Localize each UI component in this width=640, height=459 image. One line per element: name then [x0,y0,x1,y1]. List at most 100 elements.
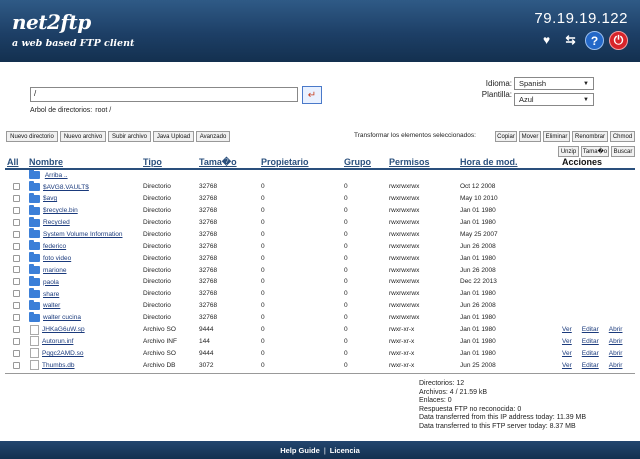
row-name-link[interactable]: Pqgc2AMD.so [42,350,84,357]
help-guide-link[interactable]: Help Guide [280,446,320,455]
row-checkbox[interactable] [13,242,20,250]
row-owner: 0 [261,242,265,250]
logout-power-icon[interactable]: ⏻ [609,31,628,50]
row-checkbox[interactable] [13,349,20,357]
license-link[interactable]: Licencia [330,446,360,455]
row-group: 0 [344,242,348,250]
row-name-link[interactable]: System Volume Information [43,231,122,238]
sort-name-link[interactable]: Nombre [27,156,141,170]
bookmark-heart-icon[interactable]: ♥ [537,31,556,50]
row-checkbox[interactable] [13,278,20,286]
row-checkbox[interactable] [13,230,20,238]
file-table: All Nombre Tipo Tama�o Propietario Grupo… [5,156,635,371]
row-name-link[interactable]: Recycled [43,219,70,226]
path-input[interactable]: / [30,87,298,102]
table-row: walter Directorio 32768 0 0 rwxrwxrwx Jun 26 2… [5,299,635,312]
row-checkbox[interactable] [13,314,20,322]
transform-label: Transformar los elementos seleccionados: [354,132,476,139]
sort-group-link[interactable]: Grupo [342,156,387,170]
row-checkbox[interactable] [13,337,20,345]
row-name-link[interactable]: walter cucina [43,314,81,321]
row-checkbox[interactable] [13,325,20,333]
row-checkbox[interactable] [13,254,20,262]
row-checkbox[interactable] [13,183,20,191]
row-checkbox[interactable] [13,218,20,226]
upload-file-button[interactable]: Subir archivo [108,131,151,142]
row-type: Archivo SO [143,326,176,334]
sort-size-link[interactable]: Tama�o [197,156,259,170]
refresh-icon[interactable]: ⇆ [561,31,580,50]
row-perms: rwxrwxrwx [389,254,420,262]
help-icon[interactable]: ? [585,31,604,50]
row-name-link[interactable]: foto video [43,255,71,262]
row-perms: rwxrwxrwx [389,266,420,274]
java-upload-button[interactable]: Java Upload [153,131,194,142]
view-link[interactable]: Ver [562,362,572,369]
go-path-button[interactable]: ↵ [302,86,322,104]
row-name-link[interactable]: $AVG8.VAULT$ [43,184,89,191]
open-link[interactable]: Abrir [609,326,623,333]
row-type: Directorio [143,219,171,226]
actions-header: Acciones [560,156,635,170]
copy-button[interactable]: Copiar [495,131,517,142]
edit-link[interactable]: Editar [582,338,599,345]
row-checkbox[interactable] [13,195,20,203]
view-link[interactable]: Ver [562,338,572,345]
row-name-link[interactable]: share [43,291,59,298]
row-group: 0 [344,314,348,322]
view-link[interactable]: Ver [562,350,572,357]
select-all-link[interactable]: All [5,156,27,170]
rename-button[interactable]: Renombrar [572,131,608,142]
sort-mtime-link[interactable]: Hora de mod. [458,156,560,170]
move-button[interactable]: Mover [519,131,541,142]
chmod-button[interactable]: Chmod [610,131,635,142]
row-checkbox[interactable] [13,302,20,310]
new-file-button[interactable]: Nuevo archivo [60,131,106,142]
language-select[interactable]: Spanish ▼ [514,77,594,90]
row-name-link[interactable]: $recycle.bin [43,207,78,214]
row-group: 0 [344,337,348,345]
edit-link[interactable]: Editar [582,362,599,369]
open-link[interactable]: Abrir [609,362,623,369]
row-mtime: Jan 01 1980 [460,349,496,357]
row-name-link[interactable]: Autorun.inf [42,338,73,345]
edit-link[interactable]: Editar [582,350,599,357]
advanced-button[interactable]: Avanzado [196,131,230,142]
sort-type-link[interactable]: Tipo [141,156,197,170]
stat-unrecognized: Respuesta FTP no reconocida: 0 [419,405,522,413]
row-checkbox[interactable] [13,266,20,274]
file-icon [30,324,39,335]
sort-permissions-link[interactable]: Permisos [387,156,458,170]
row-name-link[interactable]: paola [43,279,59,286]
skin-select[interactable]: Azul ▼ [514,93,594,106]
parent-dir-link[interactable]: Arriba .. [27,169,141,181]
row-name-link[interactable]: federico [43,243,66,250]
row-checkbox[interactable] [13,361,20,369]
row-name-link[interactable]: $avg [43,195,57,202]
parent-dir-label[interactable]: Arriba .. [45,172,68,179]
row-type: Directorio [143,195,171,203]
row-group: 0 [344,207,348,215]
tree-root-link[interactable]: root / [95,107,111,114]
edit-link[interactable]: Editar [582,326,599,333]
sort-owner-link[interactable]: Propietario [259,156,342,170]
row-owner: 0 [261,290,265,298]
open-link[interactable]: Abrir [609,350,623,357]
delete-button[interactable]: Eliminar [543,131,570,142]
row-name-link[interactable]: JHKaG6uW.sp [42,326,85,333]
row-perms: rwxrwxrwx [389,290,420,298]
app-logo[interactable]: net2ftp [12,10,91,34]
row-name-link[interactable]: walter [43,302,60,309]
row-name-link[interactable]: marione [43,267,66,274]
footer-bar: Help Guide | Licencia [0,441,640,459]
table-row: Autorun.inf Archivo INF 144 0 0 rwxr-xr-x Jan … [5,335,635,347]
row-checkbox[interactable] [13,290,20,298]
new-directory-button[interactable]: Nuevo directorio [6,131,58,142]
row-perms: rwxrwxrwx [389,278,420,286]
row-checkbox[interactable] [13,207,20,214]
row-perms: rwxrwxrwx [389,314,420,322]
open-link[interactable]: Abrir [609,338,623,345]
row-name-link[interactable]: Thumbs.db [42,362,75,369]
view-link[interactable]: Ver [562,326,572,333]
directory-tree: Arbol de directorios: root / [30,107,111,114]
